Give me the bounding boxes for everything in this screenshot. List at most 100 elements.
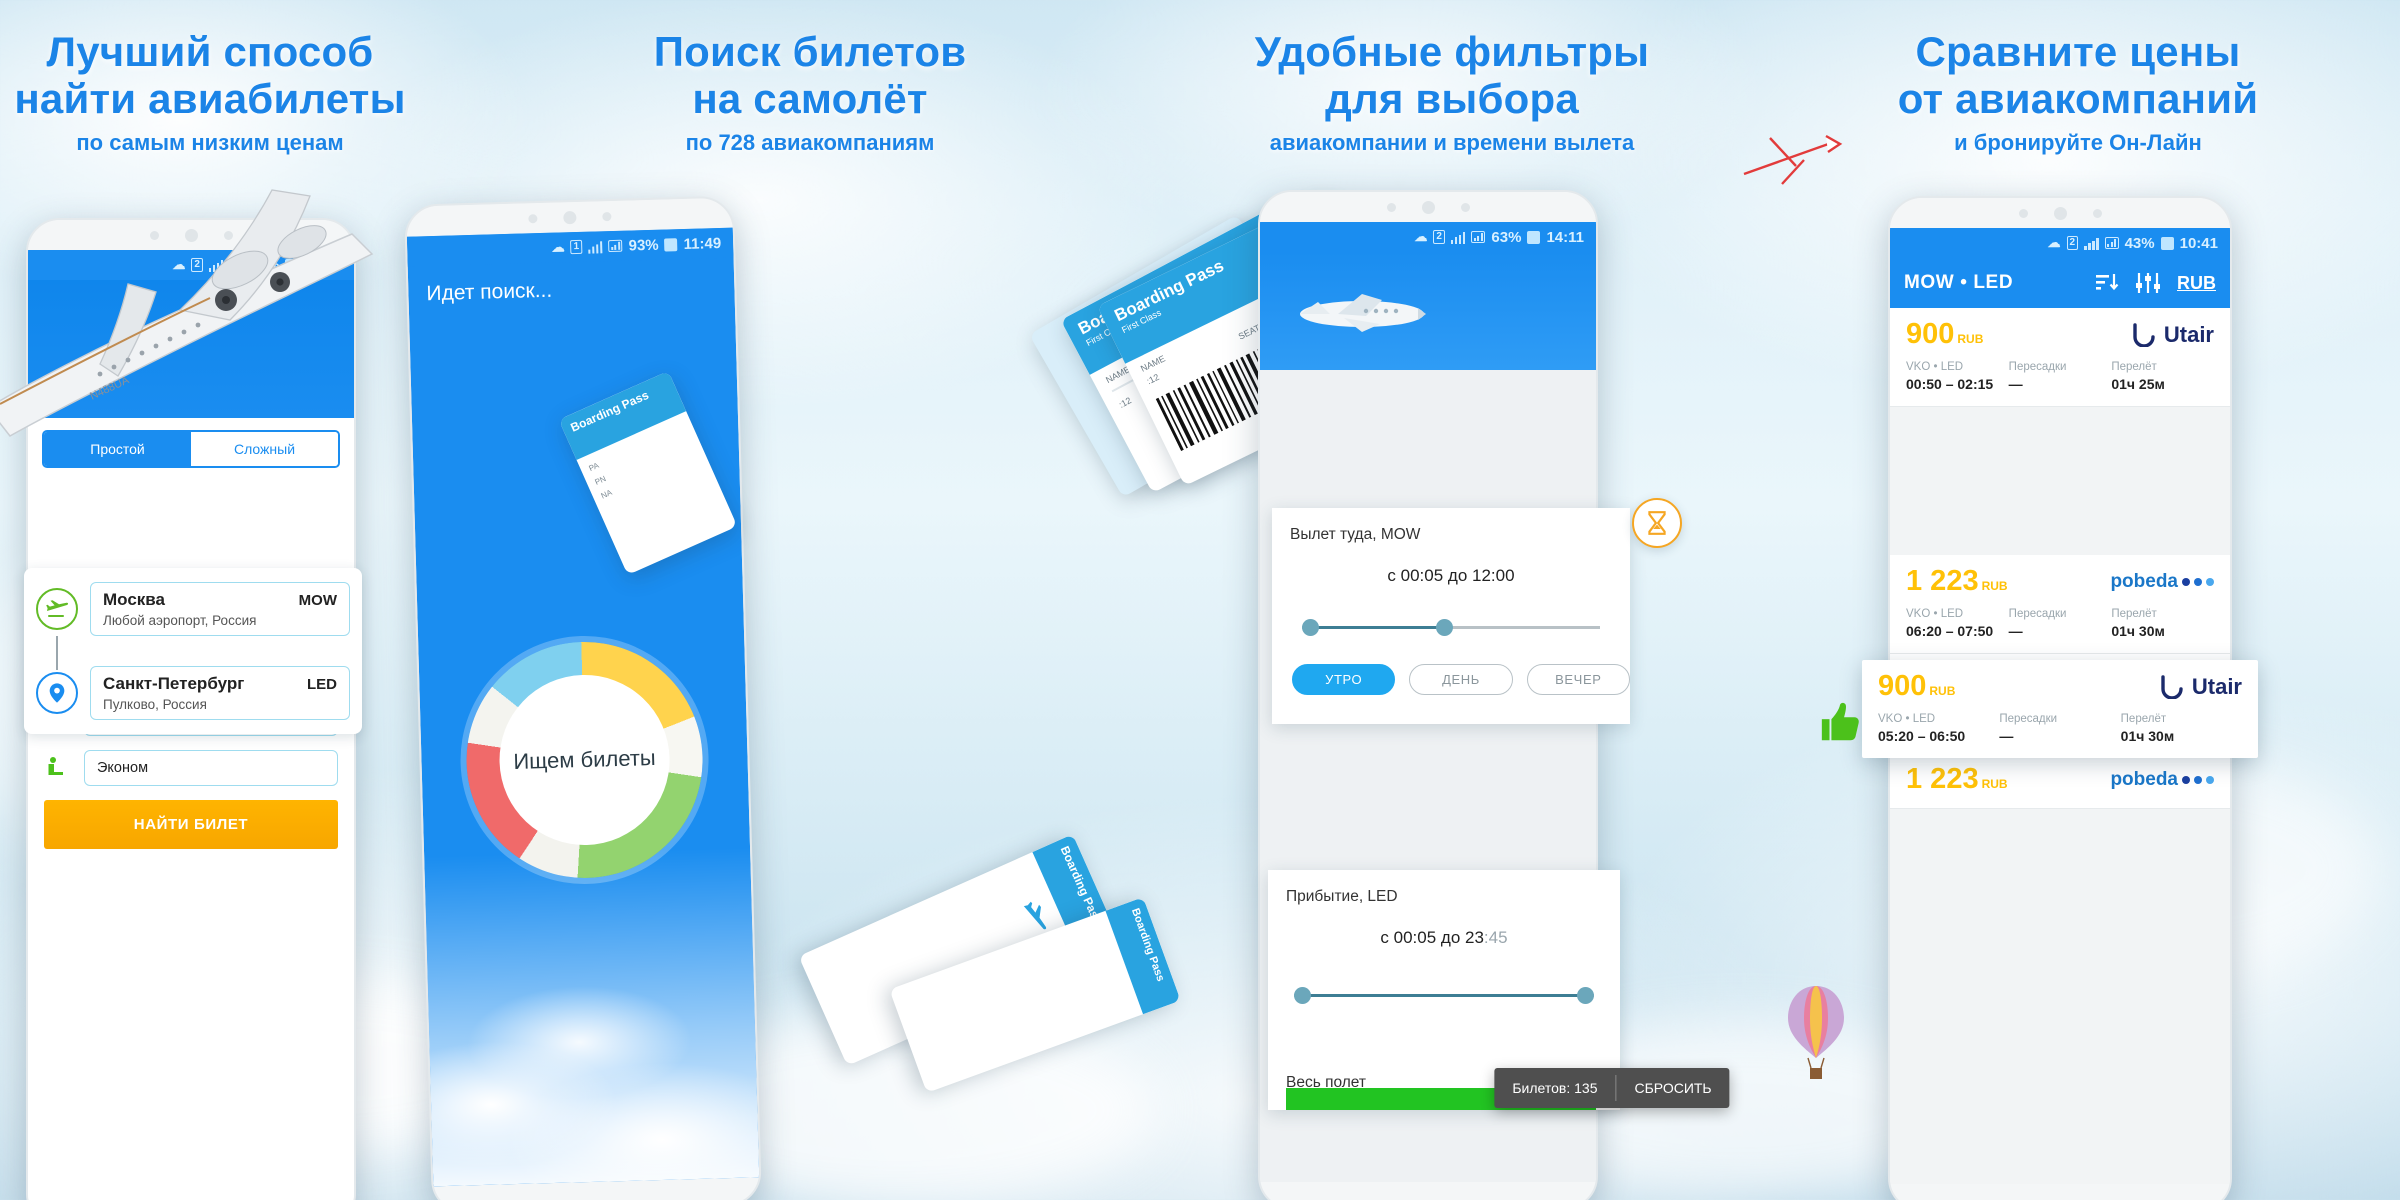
airline-name: pobeda bbox=[2110, 768, 2178, 790]
price-currency: RUB bbox=[1929, 684, 1956, 698]
chip-morning[interactable]: УТРО bbox=[1292, 664, 1396, 695]
chip-evening[interactable]: ВЕЧЕР bbox=[1526, 664, 1630, 695]
sensor-dot bbox=[601, 211, 611, 221]
headline-2: Поиск билетов на самолёт по 728 авиакомп… bbox=[620, 28, 1000, 156]
sensor-dot bbox=[1460, 202, 1470, 212]
time-of-day-chips: УТРО ДЕНЬ ВЕЧЕР bbox=[1292, 664, 1630, 695]
tab-simple[interactable]: Простой bbox=[44, 432, 191, 466]
status-bar: ☁ 2 43% 10:41 bbox=[1890, 228, 2230, 258]
flight-price: 900 RUB bbox=[1906, 318, 1984, 350]
camera-dot bbox=[1386, 202, 1396, 212]
clock: 14:11 bbox=[1546, 228, 1584, 246]
table-row[interactable]: 1 223 RUB pobeda VKO • LED 06:20 – 07:50 … bbox=[1890, 555, 2230, 654]
departure-filter-range: с 00:05 до 12:00 bbox=[1272, 566, 1630, 586]
headline-line1: Лучший способ bbox=[46, 28, 374, 75]
sensor-dot bbox=[2092, 208, 2102, 218]
route-connector bbox=[56, 636, 58, 670]
duration-label: Перелёт bbox=[2111, 608, 2157, 620]
map-pin-icon bbox=[36, 672, 78, 714]
signal-bars-boxed-icon bbox=[608, 239, 623, 253]
sim-icon: 1 bbox=[570, 239, 583, 255]
cabin-input[interactable]: Эконом bbox=[84, 750, 338, 786]
trip-type-segmented-control[interactable]: Простой Сложный bbox=[42, 430, 340, 468]
recommended-flight-row[interactable]: 900 RUB Utair VKO • LED 05:20 – 06:50 Пер… bbox=[1862, 660, 2258, 758]
destination-row[interactable]: Санкт-Петербург LED Пулково, Россия bbox=[36, 666, 350, 720]
search-button[interactable]: НАЙТИ БИЛЕТ bbox=[44, 800, 338, 849]
headline-4: Сравните цены от авиакомпаний и бронируй… bbox=[1868, 28, 2288, 156]
duration-label: Перелёт bbox=[2111, 361, 2157, 373]
pobeda-logo: pobeda bbox=[2110, 769, 2214, 791]
destination-field[interactable]: Санкт-Петербург LED Пулково, Россия bbox=[90, 666, 350, 720]
currency-button[interactable]: RUB bbox=[2177, 273, 2216, 294]
clock: 11:48 bbox=[304, 256, 342, 274]
wifi-icon: ☁ bbox=[2047, 235, 2061, 250]
tab-complex[interactable]: Сложный bbox=[191, 432, 338, 466]
headline-sub: по самым низким ценам bbox=[76, 130, 344, 156]
battery-icon bbox=[664, 237, 678, 252]
stops-label: Пересадки bbox=[2008, 608, 2067, 620]
signal-bars-icon bbox=[1450, 231, 1466, 244]
filter-sliders-icon[interactable] bbox=[2135, 272, 2161, 294]
arrival-filter-range: с 00:05 до 23:45 bbox=[1268, 928, 1620, 948]
departure-time-slider[interactable] bbox=[1302, 616, 1600, 638]
airline-name: Utair bbox=[2163, 321, 2214, 347]
arrival-filter-title: Прибытие, LED bbox=[1286, 888, 1398, 905]
departure-range-text: с 00:05 до 12:00 bbox=[1387, 566, 1515, 585]
origin-subtitle: Любой аэропорт, Россия bbox=[103, 613, 257, 628]
route-label: VKO • LED bbox=[1878, 713, 1936, 725]
search-progress-loader: Ищем билеты bbox=[463, 638, 706, 882]
headline-line1: Сравните цены bbox=[1915, 28, 2241, 75]
loader-label: Ищем билеты bbox=[497, 672, 672, 848]
phone-speaker-bar bbox=[28, 220, 354, 250]
slider-fill bbox=[1300, 994, 1588, 997]
results-app-bar: MOW • LED RUB bbox=[1890, 258, 2230, 308]
arrival-time-slider[interactable] bbox=[1294, 984, 1594, 1006]
origin-field[interactable]: Москва MOW Любой аэропорт, Россия bbox=[90, 582, 350, 636]
route-col: VKO • LED 05:20 – 06:50 bbox=[1878, 713, 1999, 744]
battery-percent: 93% bbox=[249, 256, 280, 274]
airplane-illustration bbox=[1300, 294, 1426, 332]
table-row[interactable]: 900 RUB Utair VKO • LED 00:50 – 02:15 Пер… bbox=[1890, 308, 2230, 407]
chip-day[interactable]: ДЕНЬ bbox=[1409, 664, 1513, 695]
hourglass-icon bbox=[1632, 498, 1682, 548]
stops-label: Пересадки bbox=[2008, 361, 2067, 373]
status-bar: ☁ 2 63% 14:11 bbox=[1260, 222, 1596, 252]
route-col: VKO • LED 00:50 – 02:15 bbox=[1906, 361, 2009, 392]
sort-descending-icon[interactable] bbox=[2095, 272, 2119, 294]
signal-bars-icon bbox=[2084, 237, 2099, 250]
price-currency: RUB bbox=[1957, 332, 1984, 346]
route-times: 00:50 – 02:15 bbox=[1906, 376, 1994, 392]
signal-bars-boxed-icon bbox=[229, 259, 244, 271]
duration-col: Перелёт 01ч 30м bbox=[2111, 608, 2214, 639]
status-bar: ☁ 2 93% 11:48 bbox=[28, 250, 354, 280]
duration-value: 01ч 30м bbox=[2120, 728, 2175, 744]
slider-knob-max[interactable] bbox=[1436, 619, 1454, 636]
slider-knob-max[interactable] bbox=[1577, 987, 1594, 1004]
airline-name: pobeda bbox=[2110, 570, 2178, 592]
reset-button[interactable]: СБРОСИТЬ bbox=[1616, 1068, 1729, 1108]
origin-row[interactable]: Москва MOW Любой аэропорт, Россия bbox=[36, 582, 350, 636]
cabin-row[interactable]: Эконом bbox=[44, 750, 338, 786]
slider-knob-min[interactable] bbox=[1294, 987, 1311, 1004]
table-row[interactable]: 1 223 RUB pobeda bbox=[1890, 753, 2230, 809]
speaker-dot bbox=[1421, 200, 1435, 214]
stops-col: Пересадки — bbox=[2009, 361, 2112, 392]
battery-icon bbox=[1527, 230, 1541, 244]
headline-line1: Поиск билетов bbox=[653, 28, 967, 75]
speaker-dot bbox=[562, 210, 577, 224]
thumbs-up-icon bbox=[1818, 700, 1862, 744]
origin-city: Москва bbox=[103, 590, 165, 609]
phone-speaker-bar bbox=[1260, 192, 1596, 222]
price-currency: RUB bbox=[1981, 579, 2008, 593]
slider-knob-min[interactable] bbox=[1302, 619, 1319, 636]
route-col: VKO • LED 06:20 – 07:50 bbox=[1906, 608, 2009, 639]
duration-value: 01ч 30м bbox=[2111, 623, 2165, 639]
sim-icon: 2 bbox=[1433, 230, 1445, 244]
signal-bars-boxed-icon bbox=[2104, 237, 2119, 249]
destination-city: Санкт-Петербург bbox=[103, 674, 245, 693]
camera-dot bbox=[527, 213, 538, 223]
tickets-toast: Билетов: 135 СБРОСИТЬ bbox=[1494, 1068, 1730, 1108]
headline-line1: Удобные фильтры bbox=[1254, 28, 1650, 75]
destination-subtitle: Пулково, Россия bbox=[103, 697, 207, 712]
seat-icon bbox=[44, 755, 70, 781]
